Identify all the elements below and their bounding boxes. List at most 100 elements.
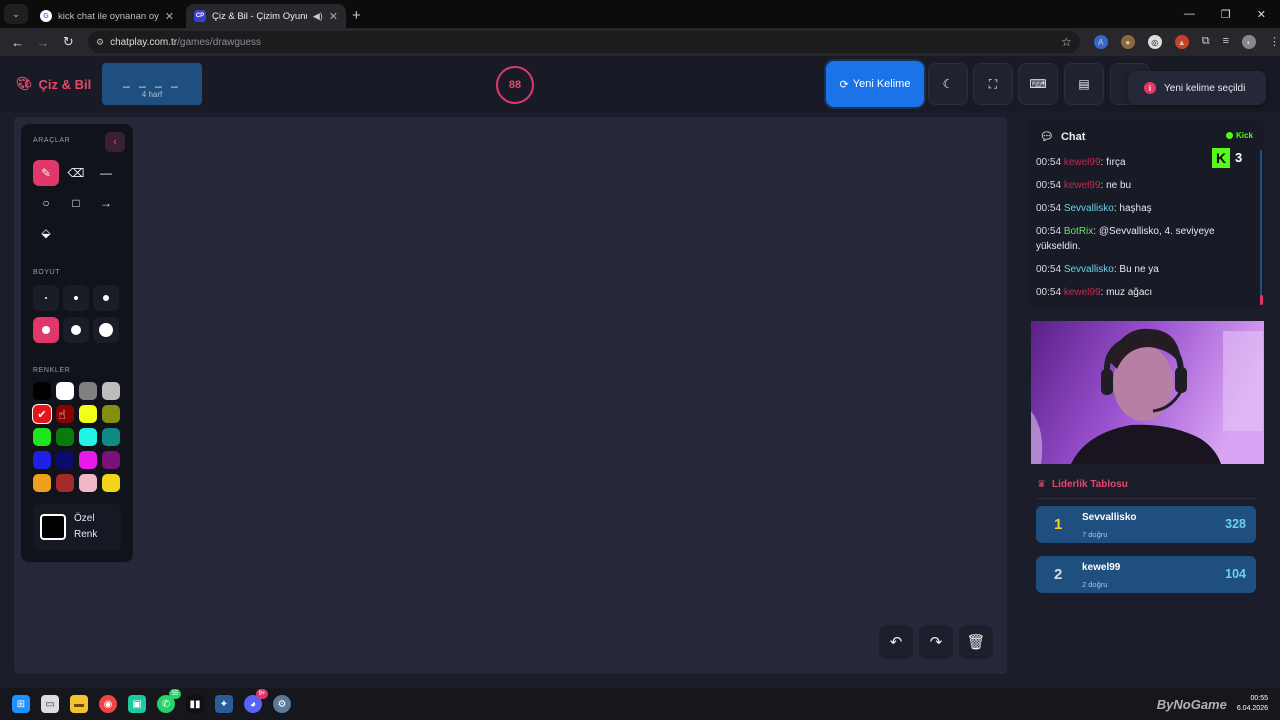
browser-tab-active[interactable]: CP Çiz & Bil - Çizim Oyunu ◀) ✕ — [186, 4, 346, 28]
platform-status: Kick — [1226, 131, 1253, 140]
size-dot — [45, 297, 47, 299]
discord-icon[interactable]: ◕ 9+ — [244, 689, 268, 713]
tab-search-button[interactable]: ⌄ — [4, 4, 28, 24]
redo-button[interactable]: ↷ — [919, 625, 953, 659]
fox-extension-icon[interactable]: ▲ — [1174, 35, 1189, 49]
chrome-icon[interactable]: ◉ — [99, 695, 117, 713]
brush-size-button[interactable] — [33, 285, 59, 311]
message-username[interactable]: Sevvallisko — [1064, 203, 1114, 214]
message-username[interactable]: BotRix — [1064, 226, 1093, 237]
color-swatch[interactable] — [33, 451, 51, 469]
windows-start-icon[interactable]: ⊞ — [12, 695, 30, 713]
system-clock[interactable]: 00:55 6.04.2026 — [1237, 694, 1268, 714]
translate-extension-icon[interactable]: A — [1093, 35, 1108, 49]
color-swatch[interactable] — [102, 428, 120, 446]
rectangle-tool-button[interactable]: □ — [63, 190, 89, 216]
speaker-icon[interactable]: ◀) — [313, 11, 323, 22]
custom-color-label-line1: Özel — [74, 513, 95, 524]
keyboard-button[interactable]: ⌨ — [1018, 63, 1058, 105]
brush-size-button[interactable] — [63, 317, 89, 343]
tools-panel: ARAÇLAR ‹ ✎ ⌫ — ○ □ → ⬙ BOYUT RENKLER ✔ … — [21, 124, 133, 562]
brush-tool-button[interactable]: ✎ — [33, 160, 59, 186]
color-swatch[interactable] — [79, 474, 97, 492]
color-swatch[interactable] — [79, 451, 97, 469]
archive-button[interactable]: ▤ — [1064, 63, 1104, 105]
window-close-icon[interactable]: ✕ — [1257, 8, 1266, 21]
arrow-tool-button[interactable]: → — [93, 190, 119, 216]
brush-size-button[interactable] — [63, 285, 89, 311]
url-field[interactable]: ⚙ chatplay.com.tr/games/drawguess ☆ — [87, 31, 1080, 53]
color-swatch[interactable] — [56, 474, 74, 492]
fill-tool-button[interactable]: ⬙ — [33, 220, 59, 246]
size-section-title: BOYUT — [33, 269, 61, 276]
color-swatch[interactable] — [79, 382, 97, 400]
new-word-label: Yeni Kelime — [852, 78, 911, 90]
fullscreen-button[interactable]: ⛶ — [973, 63, 1013, 105]
color-swatch[interactable] — [102, 405, 120, 423]
color-swatch[interactable] — [56, 382, 74, 400]
color-swatch[interactable] — [33, 428, 51, 446]
cookie-extension-icon[interactable]: ● — [1120, 35, 1135, 49]
brush-size-button[interactable] — [33, 317, 59, 343]
message-text: : Bu ne ya — [1113, 264, 1159, 275]
browser-tab[interactable]: G kick chat ile oynanan oyunlar - ✕ — [32, 4, 182, 28]
line-icon: — — [100, 166, 112, 180]
color-swatch[interactable] — [102, 451, 120, 469]
color-swatch[interactable] — [33, 474, 51, 492]
message-username[interactable]: Sevvallisko — [1064, 264, 1114, 275]
extensions-puzzle-icon[interactable]: ⧉ — [1202, 35, 1210, 49]
collapse-panel-button[interactable]: ‹ — [105, 132, 125, 152]
undo-button[interactable]: ↶ — [879, 625, 913, 659]
back-arrow-icon[interactable]: ← — [6, 35, 29, 50]
new-word-button[interactable]: ⟳ Yeni Kelime — [826, 61, 924, 107]
bookmark-star-icon[interactable]: ☆ — [1061, 35, 1072, 49]
eraser-tool-button[interactable]: ⌫ — [63, 160, 89, 186]
message-username[interactable]: kewel99 — [1064, 157, 1101, 168]
chat-scrollbar-thumb[interactable] — [1260, 295, 1263, 305]
close-tab-icon[interactable]: ✕ — [329, 10, 338, 23]
settings-gear-icon[interactable]: ⚙ — [273, 695, 291, 713]
chat-scrollbar[interactable] — [1260, 150, 1262, 300]
circle-tool-button[interactable]: ○ — [33, 190, 59, 216]
reload-icon[interactable]: ↻ — [57, 34, 80, 50]
expand-icon: ⛶ — [988, 76, 998, 91]
message-username[interactable]: kewel99 — [1064, 287, 1101, 298]
browser-menu-icon[interactable]: ⋮ — [1269, 35, 1280, 49]
color-swatch[interactable] — [79, 428, 97, 446]
color-swatch[interactable] — [33, 382, 51, 400]
forward-arrow-icon[interactable]: → — [31, 35, 54, 50]
moon-icon: ☾ — [942, 77, 954, 91]
site-info-icon[interactable]: ⚙ — [96, 37, 104, 48]
profile-avatar[interactable]: ◐ — [1242, 35, 1257, 49]
restore-icon[interactable]: ❐ — [1221, 8, 1231, 21]
theme-toggle-button[interactable]: ☾ — [928, 63, 968, 105]
network-app-icon[interactable]: ✦ — [215, 695, 233, 713]
color-swatch[interactable]: ✔ — [33, 405, 51, 423]
close-tab-icon[interactable]: ✕ — [165, 10, 174, 23]
line-tool-button[interactable]: — — [93, 160, 119, 186]
clear-canvas-button[interactable]: 🗑︎ — [959, 625, 993, 659]
undo-icon: ↶ — [889, 634, 903, 651]
drawing-canvas[interactable] — [14, 117, 1007, 674]
chatgpt-extension-icon[interactable]: ◎ — [1147, 35, 1162, 49]
player-name: Sevvallisko — [1082, 512, 1137, 523]
whatsapp-icon[interactable]: ✆ 55 — [157, 689, 181, 713]
reading-list-icon[interactable]: ≡ — [1223, 35, 1229, 49]
color-swatch[interactable] — [79, 405, 97, 423]
custom-color-button[interactable]: Özel Renk — [33, 504, 121, 550]
color-swatch[interactable] — [102, 474, 120, 492]
color-swatch[interactable] — [102, 382, 120, 400]
audio-app-icon[interactable]: ▮▮ — [186, 695, 204, 713]
task-view-icon[interactable]: ▭ — [41, 695, 59, 713]
keyboard-icon: ⌨ — [1029, 77, 1047, 91]
minimize-icon[interactable]: — — [1184, 8, 1195, 21]
message-username[interactable]: kewel99 — [1064, 180, 1101, 191]
eraser-icon: ⌫ — [67, 166, 85, 180]
app-icon[interactable]: ▣ — [128, 695, 146, 713]
file-explorer-icon[interactable]: ▬ — [70, 695, 88, 713]
new-tab-button[interactable]: + — [352, 7, 361, 24]
color-swatch[interactable] — [56, 428, 74, 446]
brush-size-button[interactable] — [93, 317, 119, 343]
brush-size-button[interactable] — [93, 285, 119, 311]
color-swatch[interactable] — [56, 451, 74, 469]
